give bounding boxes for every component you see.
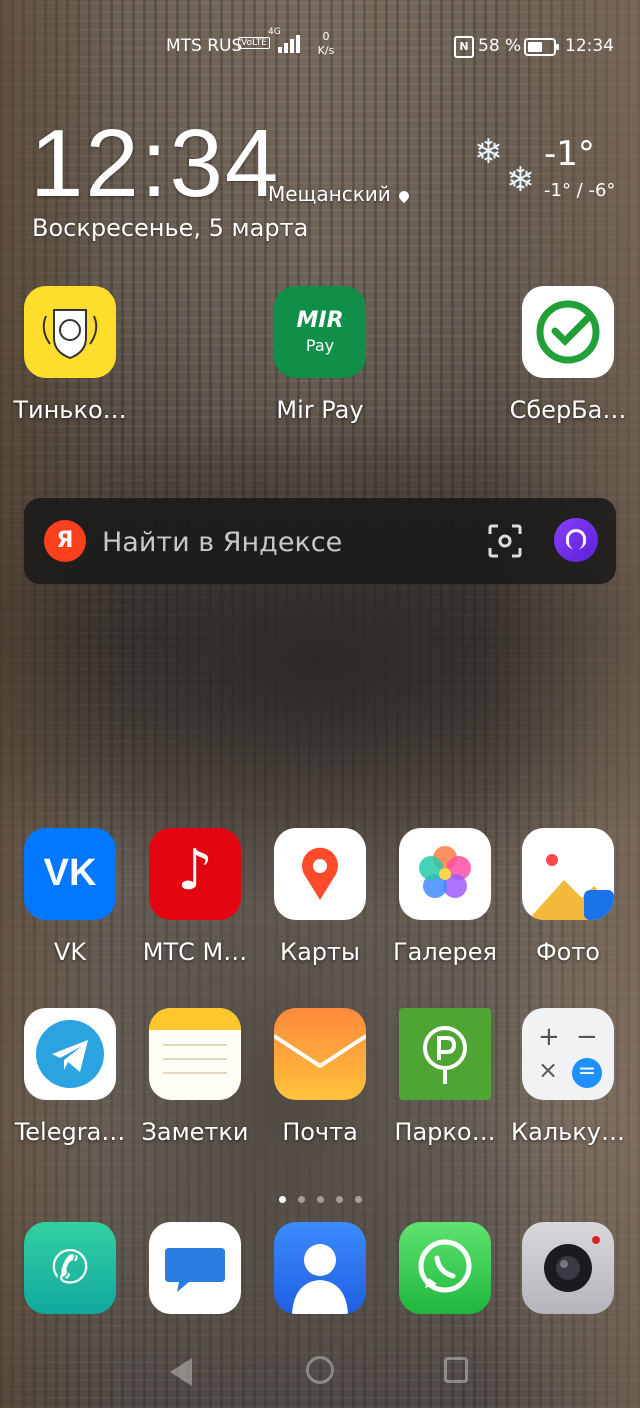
status-bar: MTS RUS VoLTE 4G 0 K/s N 58 % 12:34 — [0, 27, 640, 64]
mts-music-icon: ♪ — [149, 828, 241, 920]
mir-pay-logo-subtext: Pay — [305, 336, 335, 355]
app-label: Карты — [280, 938, 360, 966]
app-label: Заметки — [141, 1118, 249, 1146]
app-gallery[interactable]: Галерея — [383, 828, 507, 966]
volte-badge: VoLTE — [238, 37, 270, 49]
app-label: Тинько… — [13, 396, 127, 424]
network-speed-value: 0 — [322, 30, 330, 43]
location-label: Мещанский — [268, 182, 391, 206]
app-label: Парко… — [394, 1118, 496, 1146]
whatsapp-icon — [399, 1222, 491, 1314]
app-notes[interactable]: Заметки — [133, 1008, 257, 1146]
calculator-icon: + − × = — [522, 1008, 614, 1100]
snowflake-icon[interactable]: ❄ — [474, 132, 503, 172]
dock-contacts[interactable] — [258, 1222, 382, 1314]
dock-messages[interactable] — [133, 1222, 257, 1314]
app-mir-pay[interactable]: MIR Pay Mir Pay — [258, 286, 382, 424]
alice-icon[interactable] — [554, 518, 598, 562]
page-dot — [297, 1196, 305, 1203]
page-dot — [354, 1196, 362, 1203]
network-speed: 0 K/s — [312, 30, 340, 58]
app-label: Кальку… — [511, 1118, 625, 1146]
search-input[interactable] — [100, 498, 464, 586]
page-dot — [335, 1196, 343, 1203]
vk-icon: VK — [24, 828, 116, 920]
home-button[interactable] — [306, 1356, 334, 1384]
app-tinkoff[interactable]: Тинько… — [8, 286, 132, 424]
messages-icon — [149, 1222, 241, 1314]
app-label: Telegra… — [14, 1118, 126, 1146]
app-label: Почта — [282, 1118, 358, 1146]
mir-pay-logo-text: MIR — [296, 308, 344, 333]
maps-icon — [274, 828, 366, 920]
app-telegram[interactable]: Telegra… — [8, 1008, 132, 1146]
app-label: VK — [53, 938, 87, 966]
page-indicator[interactable] — [0, 1188, 640, 1207]
carrier-name: MTS RUS — [166, 36, 243, 56]
app-parking[interactable]: Парко… — [383, 1008, 507, 1146]
app-label: Фото — [535, 938, 600, 966]
camera-lens-icon[interactable] — [486, 522, 524, 560]
telegram-icon — [24, 1008, 116, 1100]
app-label: Mir Pay — [276, 396, 364, 424]
gallery-icon — [399, 828, 491, 920]
signal-icon: 4G — [268, 27, 304, 53]
camera-icon — [522, 1222, 614, 1314]
sberbank-icon — [522, 286, 614, 378]
nfc-icon: N — [454, 36, 474, 58]
dock-camera[interactable] — [506, 1222, 630, 1314]
app-label: СберБа… — [509, 396, 627, 424]
battery-icon — [524, 38, 559, 56]
clock-location[interactable]: Мещанский — [268, 182, 411, 206]
page-dot — [316, 1196, 324, 1203]
network-speed-unit: K/s — [317, 44, 335, 57]
tinkoff-icon — [24, 286, 116, 378]
navigation-bar — [0, 1352, 640, 1392]
photos-icon — [522, 828, 614, 920]
yandex-search-widget[interactable]: Я — [24, 498, 616, 586]
back-button[interactable] — [170, 1358, 192, 1386]
network-type-label: 4G — [268, 27, 281, 37]
phone-icon: ✆ — [24, 1222, 116, 1314]
app-mts-music[interactable]: ♪ МТС М… — [133, 828, 257, 966]
battery-percent: 58 % — [478, 36, 522, 56]
status-time: 12:34 — [565, 36, 614, 56]
clock-date[interactable]: Воскресенье, 5 марта — [32, 214, 308, 242]
app-calculator[interactable]: + − × = Кальку… — [506, 1008, 630, 1146]
app-vk[interactable]: VK VK — [8, 828, 132, 966]
notes-icon — [149, 1008, 241, 1100]
app-mail[interactable]: Почта — [258, 1008, 382, 1146]
clock-widget-time[interactable]: 12:34 — [30, 116, 280, 212]
dock-whatsapp[interactable] — [383, 1222, 507, 1314]
location-pin-icon — [396, 188, 411, 204]
page-dot-active — [278, 1196, 286, 1203]
app-label: МТС М… — [142, 938, 248, 966]
parking-icon — [399, 1008, 491, 1100]
app-label: Галерея — [393, 938, 497, 966]
app-maps[interactable]: Карты — [258, 828, 382, 966]
mail-icon — [274, 1008, 366, 1100]
weather-temperature[interactable]: -1° — [544, 134, 595, 174]
snowflake-icon[interactable]: ❄ — [506, 160, 535, 200]
weather-temperature-range[interactable]: -1° / -6° — [544, 180, 615, 201]
contacts-icon — [274, 1222, 366, 1314]
app-sberbank[interactable]: СберБа… — [506, 286, 630, 424]
dock-phone[interactable]: ✆ — [8, 1222, 132, 1314]
mir-pay-icon: MIR Pay — [274, 286, 366, 378]
recent-apps-button[interactable] — [444, 1357, 468, 1383]
yandex-logo-icon[interactable]: Я — [44, 520, 86, 562]
app-photos[interactable]: Фото — [506, 828, 630, 966]
battery-fill — [528, 42, 542, 52]
